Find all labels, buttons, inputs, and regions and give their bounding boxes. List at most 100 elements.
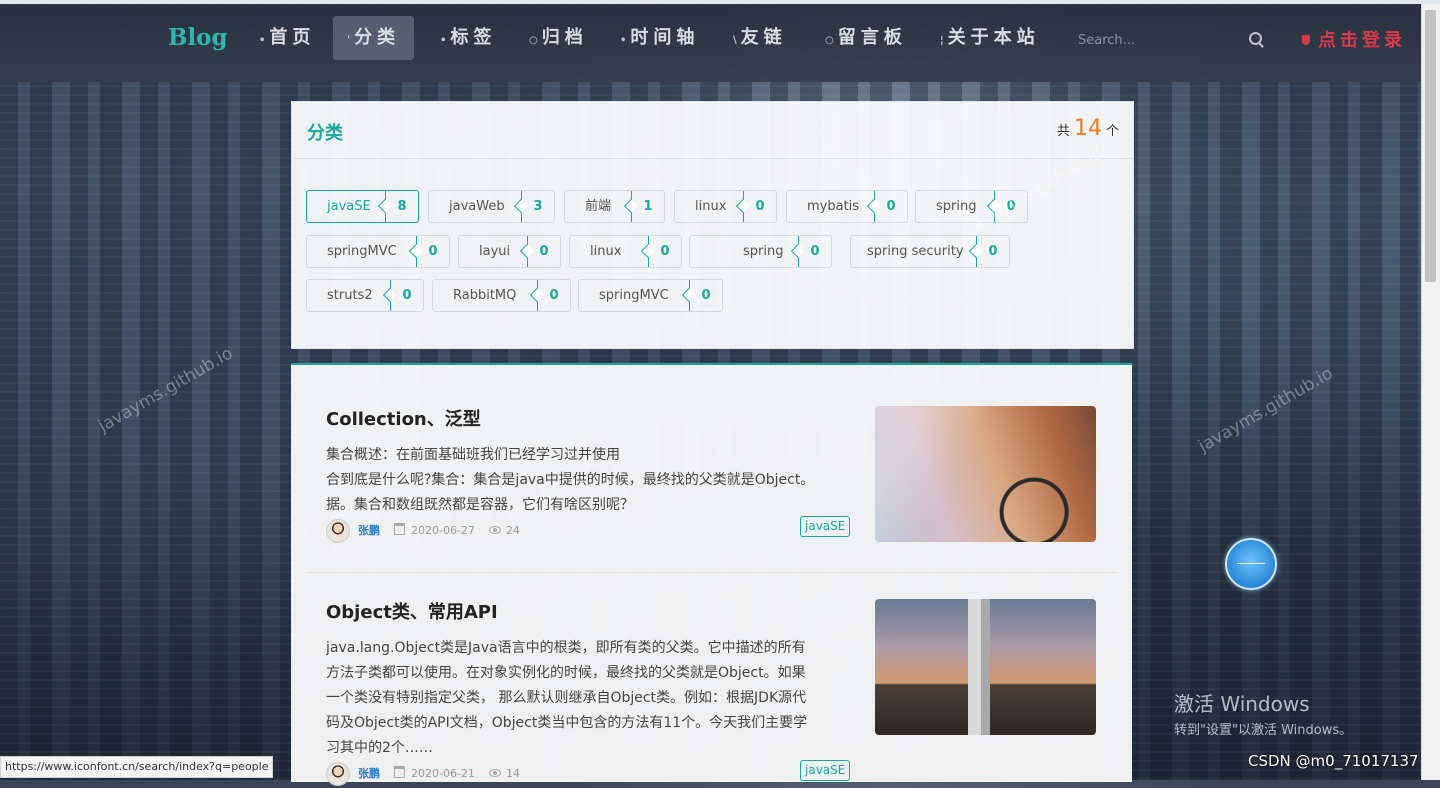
category-tag[interactable]: springMVC 0: [306, 235, 450, 268]
nav-label: 关于本站: [947, 27, 1040, 48]
article-tag[interactable]: javaSE: [800, 516, 851, 537]
login-label: 点击登录: [1318, 30, 1406, 51]
view-count: 24: [505, 524, 520, 537]
summary-line: 集合概述：在前面基础班我们已经学习过并使用: [326, 447, 620, 463]
activation-title: 激活 Windows: [1174, 692, 1310, 716]
tag-icon: •: [440, 35, 447, 46]
tag-label: javaSE: [327, 199, 371, 214]
view-count: 14: [505, 767, 520, 780]
count-suffix: 个: [1105, 124, 1119, 139]
tag-label: struts2: [327, 288, 373, 303]
divider: [306, 572, 1117, 573]
tag-label: spring security: [867, 244, 964, 259]
nav-label: 标签: [450, 27, 497, 48]
article-thumbnail[interactable]: [875, 599, 1096, 735]
category-tag[interactable]: struts2 0: [306, 279, 424, 312]
tag-count: 0: [798, 236, 831, 267]
summary-line: 习其中的2个……: [326, 740, 433, 756]
article-meta: 张鹏 2020-06-21 14: [326, 762, 520, 786]
tag-label: spring: [743, 244, 784, 259]
count-prefix: 共: [1056, 124, 1070, 139]
tag-count: 1: [631, 191, 664, 222]
shield-icon: [1302, 35, 1310, 45]
category-tag[interactable]: javaWeb 3: [428, 190, 555, 223]
nav-item-tags[interactable]: • 标签: [426, 16, 510, 60]
nav-label: 留言板: [837, 27, 907, 48]
article-summary: java.lang.Object类是Java语言中的根类，即所有类的父类。它中描…: [326, 636, 846, 761]
search-input[interactable]: [1076, 26, 1240, 54]
category-count: 共 14 个: [1057, 116, 1119, 141]
floating-action-button[interactable]: [1225, 538, 1277, 590]
nav-item-about[interactable]: ¦ 关于本站: [926, 16, 1054, 60]
category-title: 分类: [307, 123, 343, 144]
summary-line: 方法子类都可以使用。在对象实例化的时候，最终找的父类就是Object。如果: [326, 665, 806, 681]
about-icon: ¦: [940, 35, 944, 46]
navbar: Blog • 首页 ' 分类 • 标签 ○ 归档 • 时间轴 \ 友链 ○ 留言板 ¦ 关于本站…: [0, 4, 1422, 82]
article-tag[interactable]: javaSE: [800, 760, 851, 781]
nav-label: 时间轴: [630, 27, 700, 48]
article-title[interactable]: Collection、泛型: [326, 405, 481, 431]
tag-label: linux: [590, 244, 622, 259]
tag-count: 0: [689, 280, 722, 311]
nav-item-categories[interactable]: ' 分类: [333, 16, 414, 60]
avatar: [326, 762, 350, 786]
article-meta: 张鹏 2020-06-27 24: [326, 519, 520, 543]
nav-item-archive[interactable]: ○ 归档: [515, 16, 602, 60]
brand-logo[interactable]: Blog: [168, 24, 228, 51]
scrollbar-thumb[interactable]: [1425, 10, 1436, 282]
author-name[interactable]: 张鹏: [358, 524, 380, 537]
tag-count: 0: [976, 236, 1009, 267]
category-tag[interactable]: 前端 1: [564, 190, 665, 223]
calendar-icon: [394, 766, 405, 778]
calendar-icon: [394, 523, 405, 535]
category-tag[interactable]: linux 0: [674, 190, 777, 223]
tag-count: 0: [537, 280, 570, 311]
tag-count: 0: [874, 191, 907, 222]
summary-line: java.lang.Object类是Java语言中的根类，即所有类的父类。它中描…: [326, 640, 806, 656]
post-date: 2020-06-21: [411, 767, 475, 780]
category-tag[interactable]: mybatis 0: [786, 190, 908, 223]
summary-line: 据。集合和数组既然都是容器，它们有啥区别呢？: [326, 497, 634, 513]
author-name[interactable]: 张鹏: [358, 767, 380, 780]
nav-label: 友链: [740, 27, 787, 48]
tag-label: linux: [695, 199, 727, 214]
category-tag[interactable]: RabbitMQ 0: [432, 279, 571, 312]
summary-line: 码及Object类的API文档，Object类当中包含的方法有11个。今天我们主…: [326, 715, 808, 731]
tag-count: 0: [648, 236, 681, 267]
category-tag[interactable]: springMVC 0: [578, 279, 723, 312]
category-tag[interactable]: spring 0: [689, 235, 832, 268]
nav-item-links[interactable]: \ 友链: [719, 16, 801, 60]
status-bar-url: https://www.iconfont.cn/search/index?q=p…: [0, 756, 274, 778]
article-title[interactable]: Object类、常用API: [326, 598, 498, 624]
login-button[interactable]: 点击登录: [1302, 26, 1406, 52]
nav-item-guestbook[interactable]: ○ 留言板: [811, 16, 921, 60]
post-date: 2020-06-27: [411, 524, 475, 537]
article-card[interactable]: Collection、泛型 集合概述：在前面基础班我们已经学习过并使用 合到底是…: [306, 405, 1117, 555]
eye-icon: [488, 526, 501, 534]
nav-label: 分类: [354, 27, 401, 48]
tag-label: layui: [479, 244, 511, 259]
category-tag[interactable]: linux 0: [569, 235, 682, 268]
timeline-icon: •: [620, 35, 627, 46]
windows-activation-watermark: 激活 Windows 转到"设置"以激活 Windows。: [1174, 688, 1352, 738]
home-icon: •: [259, 35, 266, 46]
link-icon: \: [733, 35, 737, 46]
tag-label: javaWeb: [449, 199, 505, 214]
tag-count: 3: [521, 191, 554, 222]
article-thumbnail[interactable]: [875, 406, 1096, 542]
nav-item-timeline[interactable]: • 时间轴: [606, 16, 713, 60]
article-list: Collection、泛型 集合概述：在前面基础班我们已经学习过并使用 合到底是…: [291, 363, 1132, 786]
nav-item-home[interactable]: • 首页: [245, 16, 329, 60]
category-tag[interactable]: layui 0: [458, 235, 561, 268]
avatar: [326, 519, 350, 543]
message-icon: ○: [825, 35, 834, 46]
scrollbar[interactable]: [1421, 4, 1440, 780]
category-tag[interactable]: javaSE 8: [306, 190, 419, 223]
nav-label: 归档: [541, 27, 588, 48]
summary-line: 一个类没有特别指定父类， 那么默认则继承自Object类。例如：根据JDK源代: [326, 690, 807, 706]
article-card[interactable]: Object类、常用API java.lang.Object类是Java语言中的…: [306, 598, 1117, 788]
archive-icon: ○: [529, 35, 538, 46]
csdn-watermark: CSDN @m0_71017137: [1248, 752, 1419, 770]
search-icon[interactable]: [1249, 32, 1262, 45]
category-tag[interactable]: spring security 0: [850, 235, 1010, 268]
